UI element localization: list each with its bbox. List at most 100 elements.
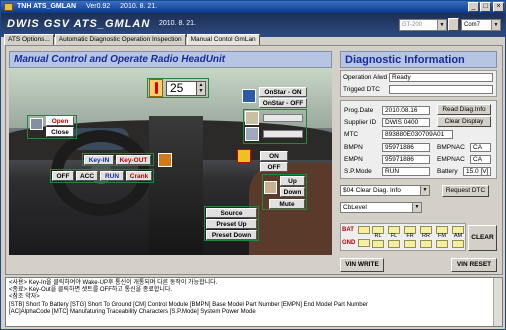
battery-field: 15.0 [V]: [463, 167, 491, 176]
power-run-button[interactable]: RUN: [100, 171, 124, 181]
level-select[interactable]: CbLevel ▼: [340, 202, 422, 213]
gnd-indicator: [358, 239, 370, 247]
clear-button[interactable]: CLEAR: [468, 225, 497, 251]
log-line: <종료> Key-Out을 클릭하면 셋트를 OFF하고 통신을 종료합니다.: [9, 287, 173, 294]
volume-knob-icon: [264, 181, 277, 194]
log-line: [AC]AlphaCode [MTC] Manufaturing Traceab…: [9, 308, 256, 315]
power-icon: [237, 149, 251, 163]
am-gnd-indicator: [452, 240, 464, 248]
bmpn-field: 95971886: [382, 143, 430, 152]
power-acc-button[interactable]: ACC: [76, 171, 98, 181]
vin-reset-button[interactable]: VIN RESET: [451, 258, 497, 272]
log-textarea[interactable]: <사용> Key-In을 클릭하여야 Wake-UP후 통신이 개통되며 다른 …: [5, 277, 503, 327]
log-line: [STB] Short To Battery [STG] Short To Gr…: [9, 301, 368, 308]
diagnostic-title: Diagnostic Information: [340, 51, 497, 68]
device-select-value: GT-200: [402, 22, 423, 28]
volume-down-button[interactable]: Down: [280, 187, 305, 197]
chevron-down-icon: ▼: [491, 20, 500, 30]
fr-label: FR: [406, 233, 414, 239]
temperature-stepper[interactable]: 25 ▲ ▼: [166, 81, 206, 96]
fan-icon: [245, 111, 259, 125]
title-bar: TNH ATS_GMLAN Ver0.92 2010. 8. 21. _ □ ×: [1, 1, 505, 13]
seat-heater-slider[interactable]: [263, 130, 303, 138]
window-date: 2010. 8. 21.: [120, 3, 158, 10]
vin-write-button[interactable]: VIN WRITE: [340, 258, 384, 272]
prog-date-field: 2010.08.16: [382, 106, 430, 115]
empn-field: 95971886: [382, 155, 430, 164]
connect-button[interactable]: [448, 18, 459, 31]
onstar-on-button[interactable]: OnStar - ON: [259, 87, 307, 97]
fl-label: FL: [390, 233, 398, 239]
fan-slider[interactable]: [263, 114, 303, 122]
bmpnac-label: BMPNAC: [437, 144, 465, 151]
fr-gnd-indicator: [404, 240, 416, 248]
supplier-id-field: DWIS 0400: [382, 118, 430, 127]
clear-display-button[interactable]: Clear Display: [437, 116, 491, 127]
preset-up-button[interactable]: Preset Up: [206, 219, 257, 229]
tab-bar: ATS Options... Automatic Diagnostic Oper…: [4, 34, 261, 45]
rr-gnd-indicator: [420, 240, 432, 248]
preset-down-button[interactable]: Preset Down: [206, 230, 257, 240]
rl-gnd-indicator: [372, 240, 384, 248]
bmpnac-field: CA: [470, 143, 491, 152]
bat-indicator: [358, 226, 370, 234]
center-console: [149, 116, 203, 255]
operation-field: Ready: [389, 73, 493, 82]
stepper-arrows-icon[interactable]: ▲ ▼: [196, 82, 205, 95]
tab-manual-control[interactable]: Manual Contol GmLan: [186, 34, 260, 45]
fm-gnd-indicator: [436, 240, 448, 248]
key-in-button[interactable]: Key-IN: [84, 155, 114, 165]
fl-gnd-indicator: [388, 240, 400, 248]
chevron-down-icon: ▼: [412, 203, 421, 212]
source-button[interactable]: Source: [206, 208, 257, 218]
temperature-value: 25: [170, 81, 184, 95]
level-select-value: CbLevel: [343, 204, 367, 211]
request-dtc-button[interactable]: Request DTC: [442, 185, 489, 197]
trigged-dtc-field: [389, 85, 493, 94]
off-button[interactable]: OFF: [260, 162, 288, 172]
maximize-button[interactable]: □: [480, 2, 491, 12]
chevron-down-icon: ▼: [420, 186, 429, 195]
port-select-value: Com7: [464, 22, 481, 28]
thermometer-icon: [149, 79, 163, 97]
power-crank-button[interactable]: Crank: [126, 171, 152, 181]
volume-up-button[interactable]: Up: [280, 176, 305, 186]
bmpn-label: BMPN: [344, 144, 363, 151]
onstar-off-button[interactable]: OnStar - OFF: [259, 98, 307, 108]
close-button[interactable]: ×: [493, 2, 504, 12]
device-select[interactable]: GT-200 ▼: [399, 19, 447, 31]
dtc-service-value: $04 Clear Diag. Info: [343, 187, 401, 194]
dtc-service-select[interactable]: $04 Clear Diag. Info ▼: [340, 185, 430, 196]
mtc-field: 893880E030709A01: [382, 130, 453, 139]
door-open-button[interactable]: Open: [46, 116, 74, 126]
app-icon: [4, 3, 13, 11]
minimize-button[interactable]: _: [468, 2, 479, 12]
header-date: 2010. 8. 21.: [159, 20, 196, 27]
fm-label: FM: [438, 233, 446, 239]
window-title: TNH ATS_GMLAN: [17, 3, 77, 10]
onstar-icon: [242, 89, 256, 103]
rr-label: RR: [422, 233, 430, 239]
rl-label: RL: [374, 233, 382, 239]
door-close-button[interactable]: Close: [46, 127, 74, 137]
read-diag-info-button[interactable]: Read Diag.Info: [437, 104, 491, 115]
mute-button[interactable]: Mute: [269, 199, 305, 209]
seat-heater-icon: [245, 127, 259, 141]
port-select[interactable]: Com7 ▼: [461, 19, 501, 31]
window-version: Ver0.92: [86, 3, 111, 10]
main-window: TNH ATS_GMLAN Ver0.92 2010. 8. 21. _ □ ×…: [0, 0, 506, 330]
brand-title: DWIS GSV ATS_GMLAN: [7, 18, 151, 30]
tab-automatic-diagnostic[interactable]: Automatic Diagnostic Operation Inspectio…: [54, 34, 186, 45]
key-out-button[interactable]: Key-OUT: [116, 155, 151, 165]
tab-ats-options[interactable]: ATS Options...: [4, 34, 54, 45]
manual-control-title: Manual Control and Operate Radio HeadUni…: [9, 51, 332, 68]
supplier-id-label: Supplier ID: [344, 119, 377, 126]
mtc-label: MTC: [344, 131, 359, 138]
trigged-dtc-label: Trigged DTC: [343, 86, 380, 93]
on-button[interactable]: ON: [260, 151, 288, 161]
door-icon: [30, 118, 43, 130]
sp-mode-label: S.P.Mode: [344, 168, 372, 175]
power-off-button[interactable]: OFF: [52, 171, 74, 181]
log-scrollbar[interactable]: [493, 278, 502, 326]
sp-mode-field: RUN: [382, 167, 430, 176]
